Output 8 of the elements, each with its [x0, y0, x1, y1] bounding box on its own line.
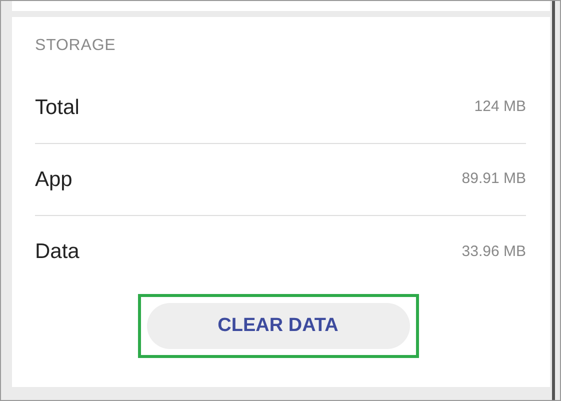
row-label: App: [35, 166, 72, 193]
row-value: 89.91 MB: [462, 169, 526, 190]
row-label: Total: [35, 94, 80, 121]
row-value: 33.96 MB: [462, 242, 526, 262]
clear-data-button[interactable]: CLEAR DATA: [146, 303, 410, 349]
row-label: Data: [35, 239, 80, 266]
row-value: 124 MB: [474, 97, 526, 118]
section-title: STORAGE: [35, 37, 117, 55]
